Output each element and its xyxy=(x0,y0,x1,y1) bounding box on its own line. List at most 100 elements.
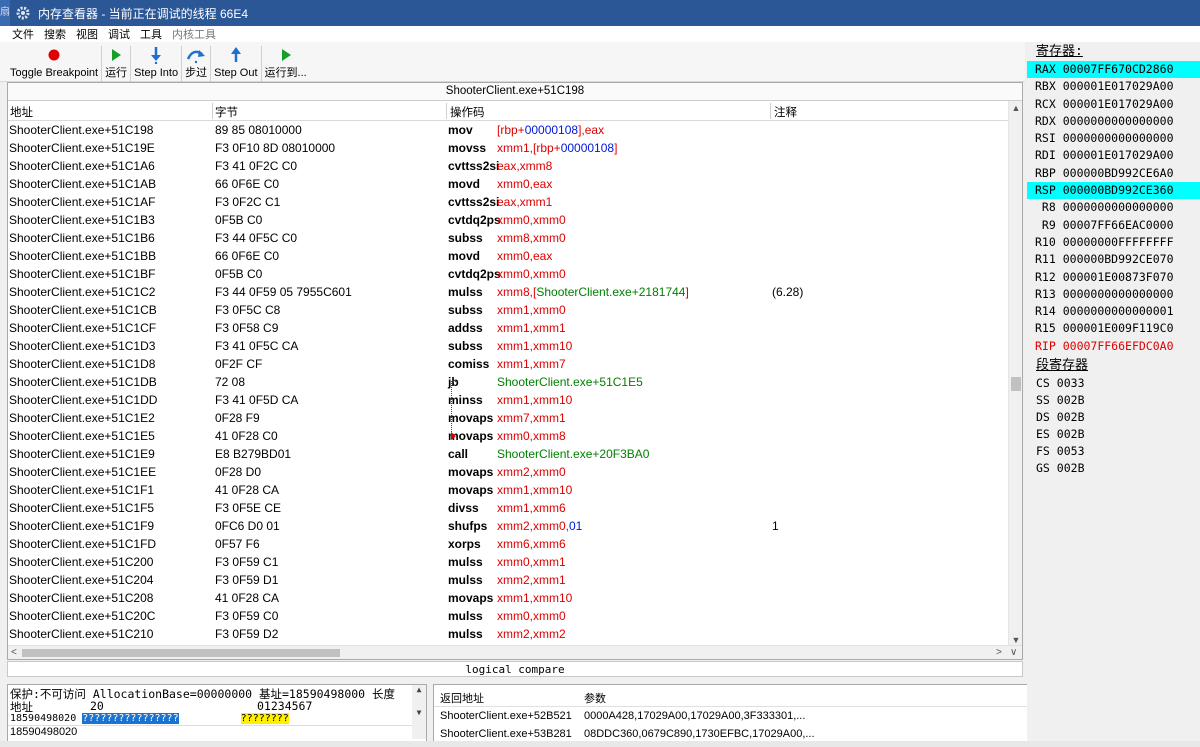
segment-register-row[interactable]: CS 0033 xyxy=(1027,375,1200,392)
instruction-operands: xmm8,xmm0 xyxy=(497,231,566,245)
taskbar-edge xyxy=(0,741,1200,747)
instruction-operands: xmm0,xmm0 xyxy=(497,609,566,623)
instruction-row[interactable]: ShooterClient.exe+51C1E2 0F28 F9 movaps xmm… xyxy=(8,409,1008,427)
register-row[interactable]: R15 000001E009F119C0 xyxy=(1027,320,1200,337)
instruction-row[interactable]: ShooterClient.exe+51C1EE 0F28 D0 movaps xmm… xyxy=(8,463,1008,481)
instruction-row[interactable]: ShooterClient.exe+51C1F1 41 0F28 CA movaps… xyxy=(8,481,1008,499)
scroll-left-icon[interactable]: < xyxy=(11,646,17,659)
instruction-row[interactable]: ShooterClient.exe+51C1FD 0F57 F6 xorps xmm6… xyxy=(8,535,1008,553)
instruction-row[interactable]: ShooterClient.exe+51C1F5 F3 0F5E CE divss x… xyxy=(8,499,1008,517)
instruction-bytes: F3 0F59 D1 xyxy=(215,573,279,587)
scrollbar-thumb[interactable] xyxy=(1011,377,1021,391)
segment-register-row[interactable]: DS 002B xyxy=(1027,409,1200,426)
toggle-breakpoint-button[interactable]: Toggle Breakpoint xyxy=(0,46,103,82)
run-button[interactable]: 运行 xyxy=(102,46,132,82)
column-address[interactable]: 地址 xyxy=(10,104,33,120)
hex-row[interactable]: 18590498020 ???????????????? ???????? xyxy=(10,713,289,725)
instruction-row[interactable]: ShooterClient.exe+51C1DB 72 08 jb ShooterCl… xyxy=(8,373,1008,391)
instruction-row[interactable]: ShooterClient.exe+51C210 F3 0F59 D2 mulss x… xyxy=(8,625,1008,643)
instruction-row[interactable]: ShooterClient.exe+51C1BF 0F5B C0 cvtdq2ps x… xyxy=(8,265,1008,283)
instruction-row[interactable]: ShooterClient.exe+51C1AF F3 0F2C C1 cvttss… xyxy=(8,193,1008,211)
instruction-row[interactable]: ShooterClient.exe+51C20C F3 0F59 C0 mulss x… xyxy=(8,607,1008,625)
column-bytes[interactable]: 字节 xyxy=(215,104,238,120)
register-name: RAX xyxy=(1035,62,1056,76)
column-params[interactable]: 参数 xyxy=(584,690,606,706)
register-row[interactable]: R13 0000000000000000 xyxy=(1027,286,1200,303)
instruction-row[interactable]: ShooterClient.exe+51C1C2 F3 44 0F59 05 79… xyxy=(8,283,1008,301)
column-opcode[interactable]: 操作码 xyxy=(450,104,485,120)
register-row[interactable]: R10 00000000FFFFFFFF xyxy=(1027,234,1200,251)
scroll-up-icon[interactable]: ▲ xyxy=(1009,101,1022,115)
step-into-button[interactable]: Step Into xyxy=(131,46,183,82)
menu-kernel-tools[interactable]: 内核工具 xyxy=(172,26,216,42)
instruction-bytes: 0F28 F9 xyxy=(215,411,260,425)
scrollbar-thumb[interactable] xyxy=(22,649,340,657)
menu-debug[interactable]: 调试 xyxy=(108,26,130,42)
register-row[interactable]: R12 000001E00873F070 xyxy=(1027,269,1200,286)
register-row[interactable]: R14 0000000000000001 xyxy=(1027,303,1200,320)
register-row[interactable]: RAX 00007FF670CD2860 xyxy=(1027,61,1200,79)
menu-file[interactable]: 文件 xyxy=(12,26,34,42)
register-row[interactable]: RSP 000000BD992CE360 xyxy=(1027,182,1200,200)
register-row[interactable]: RSI 0000000000000000 xyxy=(1027,130,1200,147)
register-name: RDI xyxy=(1035,148,1056,163)
scroll-down-icon[interactable]: ▼ xyxy=(412,708,426,717)
hex-view[interactable]: 保护:不可访问 AllocationBase=00000000 基址=18590… xyxy=(7,684,427,747)
register-row[interactable]: RBX 000001E017029A00 xyxy=(1027,78,1200,95)
register-row[interactable]: R9 00007FF66EAC0000 xyxy=(1027,217,1200,234)
vertical-scrollbar[interactable]: ▲ ▼ xyxy=(1008,101,1022,647)
column-divider[interactable] xyxy=(446,103,447,119)
horizontal-scrollbar[interactable]: < > ∨ xyxy=(8,645,1022,659)
segment-register-row[interactable]: SS 002B xyxy=(1027,392,1200,409)
step-over-button[interactable]: 步过 xyxy=(182,46,212,82)
instruction-row[interactable]: ShooterClient.exe+51C1CF F3 0F58 C9 addss x… xyxy=(8,319,1008,337)
register-row[interactable]: RDI 000001E017029A00 xyxy=(1027,147,1200,164)
instruction-row[interactable]: ShooterClient.exe+51C19E F3 0F10 8D 08010… xyxy=(8,139,1008,157)
instruction-row[interactable]: ShooterClient.exe+51C1AB 66 0F6E C0 movd xm… xyxy=(8,175,1008,193)
instruction-row[interactable]: ShooterClient.exe+51C1B3 0F5B C0 cvtdq2ps x… xyxy=(8,211,1008,229)
column-return-address[interactable]: 返回地址 xyxy=(440,690,484,706)
register-row[interactable]: RDX 0000000000000000 xyxy=(1027,113,1200,130)
column-divider[interactable] xyxy=(212,103,213,119)
hex-row-bytes[interactable]: ???????????????? xyxy=(82,713,179,724)
stack-params: 0000A428,17029A00,17029A00,3F333301,... xyxy=(584,710,806,722)
instruction-row[interactable]: ShooterClient.exe+51C208 41 0F28 CA movaps… xyxy=(8,589,1008,607)
scroll-right-icon[interactable]: > xyxy=(996,646,1002,659)
instruction-row[interactable]: ShooterClient.exe+51C200 F3 0F59 C1 mulss x… xyxy=(8,553,1008,571)
instruction-row[interactable]: ShooterClient.exe+51C1CB F3 0F5C C8 subss x… xyxy=(8,301,1008,319)
run-to-button[interactable]: 运行到... xyxy=(262,46,310,82)
instruction-row[interactable]: ShooterClient.exe+51C1BB 66 0F6E C0 movd xm… xyxy=(8,247,1008,265)
instruction-row[interactable]: ShooterClient.exe+51C198 89 85 08010000 mo… xyxy=(8,121,1008,139)
instruction-row[interactable]: ShooterClient.exe+51C1E5 41 0F28 C0 movaps… xyxy=(8,427,1008,445)
instruction-row[interactable]: ShooterClient.exe+51C1D8 0F2F CF comiss xmm… xyxy=(8,355,1008,373)
segment-register-row[interactable]: ES 002B xyxy=(1027,426,1200,443)
segment-register-row[interactable]: GS 002B xyxy=(1027,460,1200,477)
instruction-address: ShooterClient.exe+51C1F9 xyxy=(9,519,155,533)
hex-scrollbar[interactable]: ▲ ▼ xyxy=(412,685,426,739)
instruction-row[interactable]: ShooterClient.exe+51C204 F3 0F59 D1 mulss x… xyxy=(8,571,1008,589)
menu-tools[interactable]: 工具 xyxy=(140,26,162,42)
disassembler-view[interactable]: ShooterClient.exe+51C198 地址 字节 操作码 注释 Sh… xyxy=(7,82,1023,660)
hex-address-box[interactable]: 18590498020 xyxy=(8,725,426,739)
menu-view[interactable]: 视图 xyxy=(76,26,98,42)
instruction-row[interactable]: ShooterClient.exe+51C1A6 F3 41 0F2C C0 cvt… xyxy=(8,157,1008,175)
segment-register-row[interactable]: FS 0053 xyxy=(1027,443,1200,460)
register-row[interactable]: RCX 000001E017029A00 xyxy=(1027,96,1200,113)
instruction-row[interactable]: ShooterClient.exe+51C1DD F3 41 0F5D CA min… xyxy=(8,391,1008,409)
column-comment[interactable]: 注释 xyxy=(774,104,797,120)
instruction-row[interactable]: ShooterClient.exe+51C1D3 F3 41 0F5C CA sub… xyxy=(8,337,1008,355)
instruction-row[interactable]: ShooterClient.exe+51C1B6 F3 44 0F5C C0 sub… xyxy=(8,229,1008,247)
hex-row-ascii[interactable]: ???????? xyxy=(240,713,289,724)
menu-search[interactable]: 搜索 xyxy=(44,26,66,42)
instruction-row[interactable]: ShooterClient.exe+51C1E9 E8 B279BD01 call S… xyxy=(8,445,1008,463)
scroll-up-icon[interactable]: ▲ xyxy=(412,685,426,694)
step-out-button[interactable]: Step Out xyxy=(211,46,262,82)
register-row[interactable]: R11 000000BD992CE070 xyxy=(1027,251,1200,268)
register-row[interactable]: RBP 000000BD992CE6A0 xyxy=(1027,165,1200,182)
column-divider[interactable] xyxy=(770,103,771,119)
instruction-operands: xmm1,xmm10 xyxy=(497,339,572,353)
instruction-row[interactable]: ShooterClient.exe+51C1F9 0FC6 D0 01 shufps… xyxy=(8,517,1008,535)
register-row[interactable]: RIP 00007FF66EFDC0A0 xyxy=(1027,338,1200,355)
register-row[interactable]: R8 0000000000000000 xyxy=(1027,199,1200,216)
scroll-down-icon[interactable]: ∨ xyxy=(1010,646,1017,659)
